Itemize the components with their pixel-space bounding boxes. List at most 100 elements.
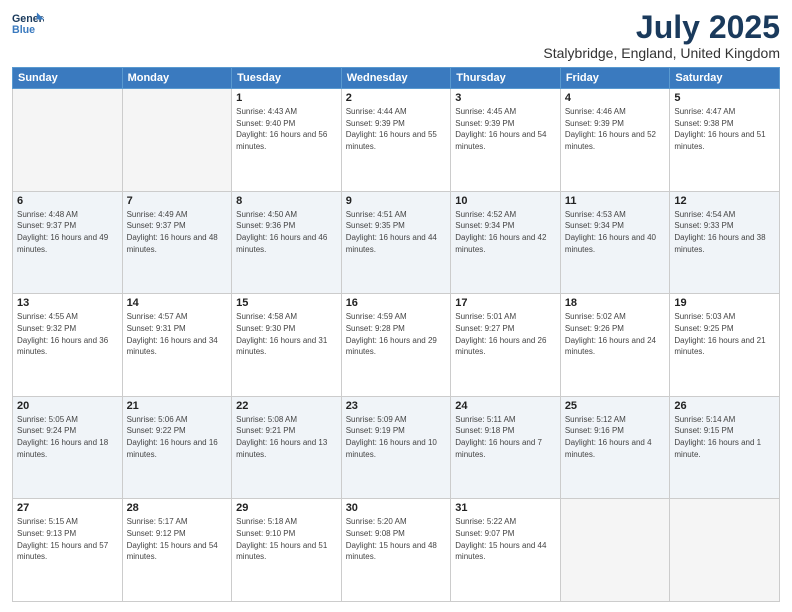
day-detail: Sunrise: 5:17 AMSunset: 9:12 PMDaylight:… [127, 516, 228, 562]
day-detail: Sunrise: 5:08 AMSunset: 9:21 PMDaylight:… [236, 414, 337, 460]
table-row: 28 Sunrise: 5:17 AMSunset: 9:12 PMDayligh… [122, 499, 232, 602]
table-row: 29 Sunrise: 5:18 AMSunset: 9:10 PMDayligh… [232, 499, 342, 602]
col-sunday: Sunday [13, 68, 123, 89]
day-number: 11 [565, 195, 666, 207]
day-detail: Sunrise: 5:18 AMSunset: 9:10 PMDaylight:… [236, 516, 337, 562]
table-row: 9 Sunrise: 4:51 AMSunset: 9:35 PMDaylight… [341, 191, 451, 294]
table-row: 17 Sunrise: 5:01 AMSunset: 9:27 PMDayligh… [451, 294, 561, 397]
col-saturday: Saturday [670, 68, 780, 89]
day-detail: Sunrise: 4:57 AMSunset: 9:31 PMDaylight:… [127, 311, 228, 357]
day-number: 15 [236, 297, 337, 309]
day-detail: Sunrise: 4:46 AMSunset: 9:39 PMDaylight:… [565, 106, 666, 152]
day-number: 26 [674, 400, 775, 412]
table-row: 6 Sunrise: 4:48 AMSunset: 9:37 PMDaylight… [13, 191, 123, 294]
day-detail: Sunrise: 5:02 AMSunset: 9:26 PMDaylight:… [565, 311, 666, 357]
day-number: 19 [674, 297, 775, 309]
table-row: 26 Sunrise: 5:14 AMSunset: 9:15 PMDayligh… [670, 396, 780, 499]
table-row: 31Sunrise: 5:22 AMSunset: 9:07 PMDayligh… [451, 499, 561, 602]
table-row [122, 89, 232, 192]
col-thursday: Thursday [451, 68, 561, 89]
day-detail: Sunrise: 5:11 AMSunset: 9:18 PMDaylight:… [455, 414, 556, 460]
day-number: 24 [455, 400, 556, 412]
table-row: 10 Sunrise: 4:52 AMSunset: 9:34 PMDayligh… [451, 191, 561, 294]
day-detail: Sunrise: 5:05 AMSunset: 9:24 PMDaylight:… [17, 414, 118, 460]
day-number: 2 [346, 92, 447, 104]
day-number: 29 [236, 502, 337, 514]
day-detail: Sunrise: 4:45 AMSunset: 9:39 PMDaylight:… [455, 106, 556, 152]
day-number: 7 [127, 195, 228, 207]
day-number: 1 [236, 92, 337, 104]
day-number: 3 [455, 92, 556, 104]
table-row: 24 Sunrise: 5:11 AMSunset: 9:18 PMDayligh… [451, 396, 561, 499]
day-detail: Sunrise: 4:54 AMSunset: 9:33 PMDaylight:… [674, 209, 775, 255]
day-detail: Sunrise: 5:06 AMSunset: 9:22 PMDaylight:… [127, 414, 228, 460]
title-block: July 2025 Stalybridge, England, United K… [543, 10, 780, 61]
table-row: 12 Sunrise: 4:54 AMSunset: 9:33 PMDayligh… [670, 191, 780, 294]
calendar-week-row: 1 Sunrise: 4:43 AMSunset: 9:40 PMDaylight… [13, 89, 780, 192]
day-number: 17 [455, 297, 556, 309]
col-tuesday: Tuesday [232, 68, 342, 89]
day-number: 12 [674, 195, 775, 207]
table-row: 8Sunrise: 4:50 AMSunset: 9:36 PMDaylight… [232, 191, 342, 294]
location: Stalybridge, England, United Kingdom [543, 45, 780, 61]
day-number: 18 [565, 297, 666, 309]
day-number: 28 [127, 502, 228, 514]
calendar-header-row: Sunday Monday Tuesday Wednesday Thursday… [13, 68, 780, 89]
table-row: 25Sunrise: 5:12 AMSunset: 9:16 PMDayligh… [560, 396, 670, 499]
day-detail: Sunrise: 4:49 AMSunset: 9:37 PMDaylight:… [127, 209, 228, 255]
day-number: 22 [236, 400, 337, 412]
day-number: 31 [455, 502, 556, 514]
day-detail: Sunrise: 5:15 AMSunset: 9:13 PMDaylight:… [17, 516, 118, 562]
day-detail: Sunrise: 4:52 AMSunset: 9:34 PMDaylight:… [455, 209, 556, 255]
table-row [560, 499, 670, 602]
day-number: 10 [455, 195, 556, 207]
day-number: 16 [346, 297, 447, 309]
calendar-week-row: 27 Sunrise: 5:15 AMSunset: 9:13 PMDayligh… [13, 499, 780, 602]
table-row: 1 Sunrise: 4:43 AMSunset: 9:40 PMDaylight… [232, 89, 342, 192]
col-friday: Friday [560, 68, 670, 89]
table-row: 11Sunrise: 4:53 AMSunset: 9:34 PMDayligh… [560, 191, 670, 294]
day-detail: Sunrise: 5:09 AMSunset: 9:19 PMDaylight:… [346, 414, 447, 460]
day-detail: Sunrise: 4:47 AMSunset: 9:38 PMDaylight:… [674, 106, 775, 152]
day-detail: Sunrise: 5:01 AMSunset: 9:27 PMDaylight:… [455, 311, 556, 357]
day-number: 23 [346, 400, 447, 412]
calendar: Sunday Monday Tuesday Wednesday Thursday… [12, 67, 780, 602]
header: General Blue July 2025 Stalybridge, Engl… [12, 10, 780, 61]
table-row: 3 Sunrise: 4:45 AMSunset: 9:39 PMDaylight… [451, 89, 561, 192]
calendar-week-row: 6 Sunrise: 4:48 AMSunset: 9:37 PMDaylight… [13, 191, 780, 294]
table-row: 19 Sunrise: 5:03 AMSunset: 9:25 PMDayligh… [670, 294, 780, 397]
table-row: 15Sunrise: 4:58 AMSunset: 9:30 PMDayligh… [232, 294, 342, 397]
day-detail: Sunrise: 4:48 AMSunset: 9:37 PMDaylight:… [17, 209, 118, 255]
month-title: July 2025 [543, 10, 780, 45]
table-row: 7 Sunrise: 4:49 AMSunset: 9:37 PMDaylight… [122, 191, 232, 294]
day-detail: Sunrise: 4:44 AMSunset: 9:39 PMDaylight:… [346, 106, 447, 152]
table-row: 27 Sunrise: 5:15 AMSunset: 9:13 PMDayligh… [13, 499, 123, 602]
table-row [670, 499, 780, 602]
day-number: 30 [346, 502, 447, 514]
day-number: 20 [17, 400, 118, 412]
calendar-week-row: 20 Sunrise: 5:05 AMSunset: 9:24 PMDayligh… [13, 396, 780, 499]
logo-icon: General Blue [12, 10, 44, 38]
col-monday: Monday [122, 68, 232, 89]
day-number: 6 [17, 195, 118, 207]
day-detail: Sunrise: 5:20 AMSunset: 9:08 PMDaylight:… [346, 516, 447, 562]
day-number: 8 [236, 195, 337, 207]
day-number: 9 [346, 195, 447, 207]
table-row: 14 Sunrise: 4:57 AMSunset: 9:31 PMDayligh… [122, 294, 232, 397]
table-row: 13Sunrise: 4:55 AMSunset: 9:32 PMDayligh… [13, 294, 123, 397]
day-number: 27 [17, 502, 118, 514]
table-row: 30 Sunrise: 5:20 AMSunset: 9:08 PMDayligh… [341, 499, 451, 602]
table-row: 21Sunrise: 5:06 AMSunset: 9:22 PMDayligh… [122, 396, 232, 499]
day-detail: Sunrise: 4:51 AMSunset: 9:35 PMDaylight:… [346, 209, 447, 255]
table-row: 4 Sunrise: 4:46 AMSunset: 9:39 PMDaylight… [560, 89, 670, 192]
table-row: 16Sunrise: 4:59 AMSunset: 9:28 PMDayligh… [341, 294, 451, 397]
day-detail: Sunrise: 5:03 AMSunset: 9:25 PMDaylight:… [674, 311, 775, 357]
day-number: 4 [565, 92, 666, 104]
day-detail: Sunrise: 4:43 AMSunset: 9:40 PMDaylight:… [236, 106, 337, 152]
day-number: 25 [565, 400, 666, 412]
day-detail: Sunrise: 5:14 AMSunset: 9:15 PMDaylight:… [674, 414, 775, 460]
table-row: 18 Sunrise: 5:02 AMSunset: 9:26 PMDayligh… [560, 294, 670, 397]
day-number: 14 [127, 297, 228, 309]
logo: General Blue [12, 10, 44, 38]
svg-text:Blue: Blue [12, 24, 35, 36]
